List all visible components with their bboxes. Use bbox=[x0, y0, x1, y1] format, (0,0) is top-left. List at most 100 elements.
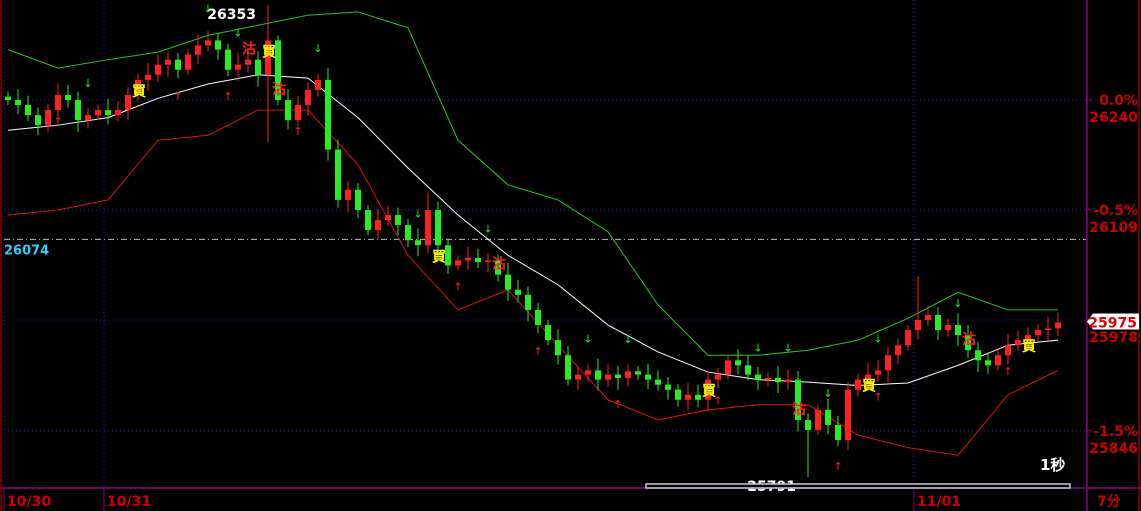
band-lower bbox=[7, 109, 1059, 456]
horizontal-scrollbar[interactable] bbox=[645, 483, 1071, 489]
price-label: 26109 bbox=[1089, 220, 1138, 236]
grid-lines bbox=[3, 0, 1086, 488]
candle-body bbox=[815, 409, 821, 431]
signal-markers: 2635325791買買買買買買沽沽沽沽沽↓↓↓↓↓↓↓↓↓↓↓↓↓↑↑↑↑↑↑… bbox=[53, 2, 1037, 495]
candle-body bbox=[535, 309, 541, 326]
candle-body bbox=[1045, 328, 1051, 331]
sell-arrow-icon: ↓ bbox=[583, 332, 592, 345]
candle-body bbox=[405, 225, 411, 241]
candle-body bbox=[955, 325, 961, 336]
sell-arrow-icon: ↓ bbox=[233, 27, 242, 40]
buy-signal: 買 bbox=[262, 44, 277, 60]
date-label: 10/30 bbox=[7, 494, 51, 510]
candle-body bbox=[475, 257, 481, 263]
buy-arrow-icon: ↑ bbox=[713, 395, 722, 408]
candle-body bbox=[335, 149, 341, 200]
candle-body bbox=[175, 59, 181, 70]
candle-body bbox=[615, 374, 621, 378]
candle-body bbox=[115, 110, 121, 116]
candle-body bbox=[325, 79, 331, 150]
candle-body bbox=[935, 314, 941, 331]
price-label: 26240 bbox=[1089, 110, 1138, 126]
period-label[interactable]: 7分 bbox=[1097, 494, 1121, 510]
candle-body bbox=[415, 240, 421, 246]
price-label: 25978 bbox=[1089, 330, 1138, 346]
candle-body bbox=[55, 94, 61, 111]
buy-arrow-icon: ↑ bbox=[533, 345, 542, 358]
candle-body bbox=[525, 294, 531, 310]
buy-arrow-icon: ↑ bbox=[1003, 365, 1012, 378]
candle-body bbox=[565, 355, 571, 380]
candle-body bbox=[595, 370, 601, 380]
candle-body bbox=[885, 355, 891, 371]
candle-body bbox=[1035, 330, 1041, 336]
candle-body bbox=[695, 394, 701, 400]
candle-body bbox=[515, 289, 521, 295]
sell-signal: 沽 bbox=[242, 41, 256, 58]
candle-body bbox=[745, 365, 751, 375]
candle-body bbox=[195, 45, 201, 55]
candle-body bbox=[645, 374, 651, 380]
candle-body bbox=[425, 210, 431, 246]
candle-body bbox=[725, 360, 731, 375]
sell-arrow-icon: ↓ bbox=[783, 342, 792, 355]
buy-arrow-icon: ↑ bbox=[453, 280, 462, 293]
candle-body bbox=[435, 210, 441, 246]
candle-body bbox=[465, 257, 471, 261]
candle-body bbox=[375, 220, 381, 231]
date-label: 11/01 bbox=[917, 494, 961, 510]
buy-arrow-icon: ↑ bbox=[173, 90, 182, 103]
candle-body bbox=[925, 314, 931, 321]
pct-label: -1.5% bbox=[1093, 424, 1138, 440]
candle-body bbox=[215, 40, 221, 50]
buy-signal: 買 bbox=[1022, 339, 1037, 355]
candle-body bbox=[65, 94, 71, 100]
sell-arrow-icon: ↓ bbox=[953, 297, 962, 310]
candle-body bbox=[655, 379, 661, 385]
candle-body bbox=[185, 54, 191, 70]
candle-body bbox=[835, 424, 841, 441]
candle-body bbox=[875, 370, 881, 375]
reference-price-label: 26074 bbox=[4, 243, 49, 258]
candle-body bbox=[505, 274, 511, 290]
candle-body bbox=[575, 374, 581, 380]
candle-body bbox=[585, 370, 591, 375]
candle-body bbox=[155, 64, 161, 75]
candle-body bbox=[905, 330, 911, 346]
candle-body bbox=[35, 115, 41, 126]
candle-body bbox=[785, 379, 791, 383]
candle-body bbox=[5, 96, 11, 100]
candle-body bbox=[985, 360, 991, 366]
bollinger-bands bbox=[7, 11, 1059, 456]
candles bbox=[5, 5, 1061, 478]
candle-body bbox=[205, 40, 211, 46]
candle-body bbox=[1055, 322, 1061, 329]
buy-arrow-icon: ↑ bbox=[223, 90, 232, 103]
sell-arrow-icon: ↓ bbox=[83, 77, 92, 90]
candle-body bbox=[895, 345, 901, 356]
sell-signal: 沽 bbox=[272, 81, 286, 98]
candle-body bbox=[305, 89, 311, 106]
current-price-label: 25975 bbox=[1088, 316, 1137, 332]
candle-body bbox=[625, 371, 631, 378]
candle-body bbox=[715, 374, 721, 380]
candle-body bbox=[165, 59, 171, 65]
candle-body bbox=[685, 394, 691, 400]
candlestick-chart: 2635325791買買買買買買沽沽沽沽沽↓↓↓↓↓↓↓↓↓↓↓↓↓↑↑↑↑↑↑… bbox=[0, 0, 1141, 511]
candle-body bbox=[775, 377, 781, 383]
buy-arrow-icon: ↑ bbox=[293, 125, 302, 138]
candle-body bbox=[855, 379, 861, 390]
candle-body bbox=[105, 110, 111, 116]
buy-signal: 買 bbox=[432, 249, 447, 265]
candle-body bbox=[825, 409, 831, 425]
buy-arrow-icon: ↑ bbox=[833, 460, 842, 473]
candle-body bbox=[95, 110, 101, 116]
pct-label: -0.5% bbox=[1093, 203, 1138, 219]
sell-arrow-icon: ↓ bbox=[873, 332, 882, 345]
candle-body bbox=[1015, 340, 1021, 346]
candle-body bbox=[735, 360, 741, 366]
candle-body bbox=[845, 389, 851, 441]
axes: 10/30 10/31 11/01 0.0%26240 -0.5%26109 25978 -… bbox=[0, 0, 1141, 511]
candle-body bbox=[395, 215, 401, 226]
sell-arrow-icon: ↓ bbox=[203, 2, 212, 15]
